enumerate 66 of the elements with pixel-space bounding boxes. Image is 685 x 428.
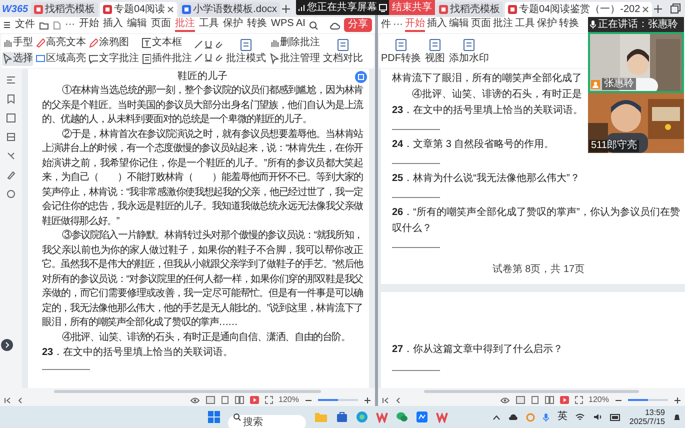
menu-tab[interactable]: 批注 [493, 18, 513, 32]
ribbon-button[interactable]: 文字批注 [88, 52, 139, 66]
ribbon-button[interactable]: PDF转换 [380, 38, 422, 64]
input-indicator[interactable]: 英 [557, 412, 568, 422]
document-tab[interactable]: 专题04阅读 [100, 2, 178, 17]
menu-tab[interactable]: 保护 [223, 18, 243, 32]
menu-tab[interactable]: 编辑 [127, 18, 147, 32]
ribbon-button[interactable]: 批注管理 [269, 52, 320, 66]
ribbon-button[interactable]: 批注模式 [225, 38, 267, 64]
question-text: 27．你从这篇文章中得到了什么启示？ [392, 342, 564, 357]
page-footer: 试卷第 8页，共 17页 [392, 262, 685, 278]
document-tab[interactable]: 找稻壳模板 [436, 2, 503, 17]
file-menu[interactable]: 文件 [15, 20, 35, 30]
question-text: 25．林肯为什么说“我无法像他那么伟大”？ [392, 172, 581, 186]
paragraph: ①在林肯当选总统的那一刻，整个参议院的议员们都感到尴尬，因为林肯的父亲是个鞋匠。当时美国的参议员大部分出身名门望族，他们自认为是上流的、优越的人，从未料到要面对的总统是一个卑微的鞋匠的儿子。 [42, 84, 363, 127]
menu-tab[interactable]: 编辑 [449, 18, 469, 32]
menu-tab[interactable]: WPS AI [271, 18, 306, 32]
clock-time[interactable]: 13:59 [644, 408, 665, 417]
ribbon-button[interactable]: 添加水印 [448, 38, 490, 64]
search-field[interactable]: 搜索 [228, 414, 306, 428]
paragraph: 林肯流下了眼泪，所有的嘲笑声全部化成了 [392, 72, 582, 86]
participant-name: 511郎守亮 [589, 140, 639, 152]
menu-tab[interactable]: 转换 [247, 18, 267, 32]
document-title: 鞋匠的儿子 [178, 70, 228, 84]
ribbon-button[interactable]: 涂鸦图 [88, 36, 139, 50]
paragraph: ④批评、讪笑、诽谤的石头，有时正是 [412, 88, 582, 102]
menu-tab[interactable]: 工具 [199, 18, 219, 32]
menu-tab[interactable]: 保护 [537, 18, 557, 32]
ribbon-button[interactable]: 插件批注 [141, 52, 192, 66]
ribbon-button[interactable]: 删除批注 [269, 36, 320, 50]
paragraph: ②于是，林肯首次在参议院演说之时，就有参议员想要羞辱他。当林肯站上演讲台上的时候，有一个态度傲慢的参议员站起来，说：“林肯先生，在你开始演讲之前，我希望你记住，你是一个鞋匠的儿子。”所有的参议员都大笑起来，为自己（ ）不能打败林肯（ ）能羞辱他而开怀不已。等到大家的笑声停止，林肯说：“我非常感激你使我想起我的父亲，他已经过世了，我一定会记住你的忠告，我永远是鞋匠的儿子。我知道我做总统永远无法像我父亲做鞋匠做得那么好。” [42, 128, 363, 228]
menu-tab[interactable]: 插入 [103, 18, 123, 32]
ribbon-button[interactable]: 手型 [2, 36, 33, 50]
ribbon-button[interactable]: 视图 [424, 38, 446, 64]
share-message: 您正在共享屏幕 [307, 2, 377, 12]
app-logo: W365 [1, 3, 29, 17]
menu-tab[interactable]: 页面 [471, 18, 491, 32]
menu-tab[interactable]: 页面 [151, 18, 171, 32]
document-tab[interactable]: 专题04阅读鉴赏（一）-202 [505, 2, 652, 17]
menu-tab[interactable]: 转换 [559, 18, 579, 32]
participant-name: 张惠聆 [602, 78, 636, 90]
clock-date[interactable]: 2025/7/15 [629, 417, 665, 426]
ribbon-button[interactable]: 高亮文本 [35, 36, 86, 50]
document-tab[interactable]: 小学语数模板.docx [179, 2, 280, 17]
zoom-level[interactable]: 120% [278, 396, 299, 404]
question-text: 24．文章第 3 自然段省略号的作用。 [392, 138, 556, 152]
menu-tab[interactable]: 插入 [427, 18, 447, 32]
ribbon-button[interactable]: 选择 [2, 52, 33, 66]
question-text: 26．“所有的嘲笑声全部化成了赞叹的掌声”，你认为参议员们在赞叹什么？ [392, 206, 681, 236]
menu-tab[interactable]: 开始 [79, 18, 99, 32]
question-text: 23．在文中的括号里填上恰当的关联词语。 [42, 346, 234, 360]
document-tab[interactable]: 找稻壳模板 [31, 2, 98, 17]
file-menu[interactable]: 件 [381, 20, 391, 30]
menu-tab[interactable]: 工具 [515, 18, 535, 32]
zoom-level[interactable]: 120% [588, 396, 609, 404]
ribbon-button[interactable]: 区域高亮 [35, 52, 86, 66]
paragraph: ④批评、讪笑、诽谤的石头，有时正是通向自信、潇洒、自由的台阶。 [61, 330, 352, 344]
ribbon-button[interactable]: 文档对比 [322, 38, 364, 64]
ribbon-button[interactable]: 文本框 [141, 36, 192, 50]
more-button[interactable]: ··· [393, 20, 403, 30]
question-text: 23．在文中的括号里填上恰当的关联词语。 [392, 104, 584, 118]
share-button[interactable]: 分享 [344, 18, 372, 32]
paragraph: ③参议院陷入一片静默。林肯转过头对那个傲慢的参议员说：“就我所知，我父亲以前也为你的家人做过鞋子，如果你的鞋子不合脚，我可以帮你改正它。虽然我不是伟大的鞋匠，但我从小就跟父亲学到了做鞋子的手艺。”然后他对所有的参议员说：“对参议院里的任何人都一样，如果你们穿的那双鞋是我父亲做的，而它们需要修理或改善，我一定尽可能帮忙。但是有一件事是可以确定的，我无法像他那么伟大，他的手艺是无人能比的。”说到这里，林肯流下了眼泪，所有的嘲笑声全部化成了赞叹的掌声…… [42, 229, 363, 330]
speaker-status: 正在讲话：张惠聆 [598, 20, 678, 30]
more-button[interactable]: ··· [65, 20, 75, 30]
stop-sharing-button[interactable]: 结束共享 [389, 0, 435, 15]
